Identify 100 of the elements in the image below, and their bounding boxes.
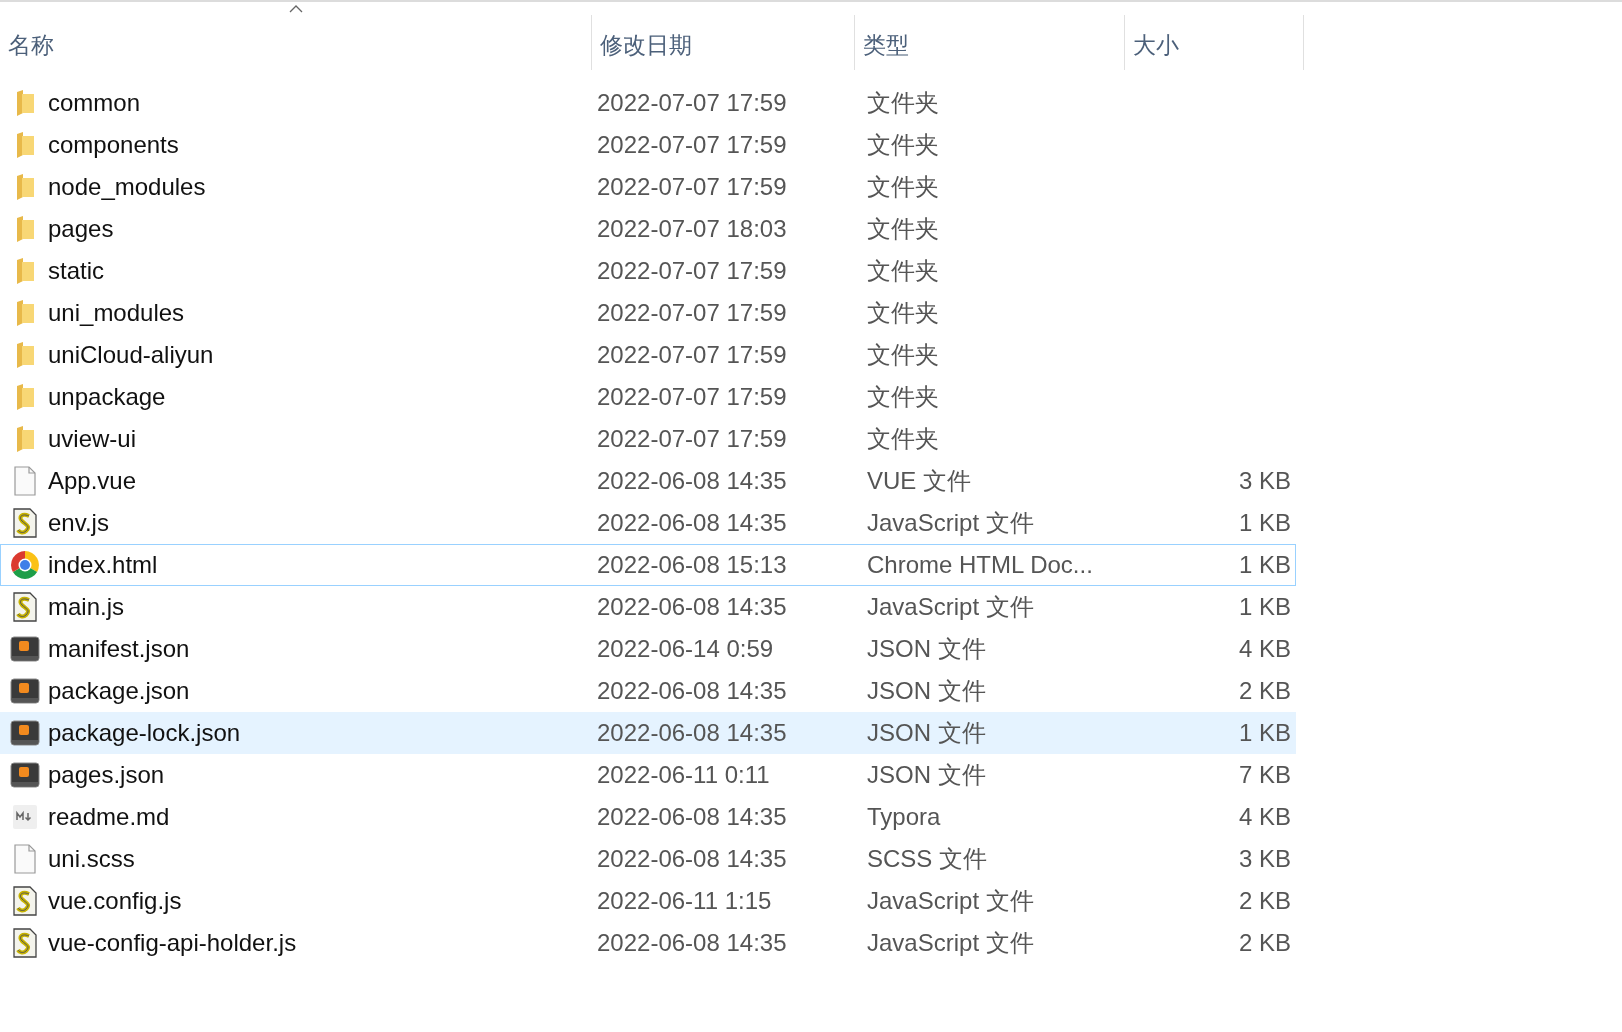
modified-date: 2022-07-07 17:59 xyxy=(596,424,788,454)
file-name: uni_modules xyxy=(48,298,185,328)
file-type: 文件夹 xyxy=(866,298,940,328)
modified-date: 2022-07-07 17:59 xyxy=(596,256,788,286)
modified-date: 2022-07-07 18:03 xyxy=(596,214,788,244)
file-name: main.js xyxy=(48,592,125,622)
editor-file-icon xyxy=(9,678,40,704)
file-name: node_modules xyxy=(48,172,206,202)
file-row[interactable]: package-lock.json 2022-06-08 14:35 JSON 文件 1 KB xyxy=(0,712,1296,754)
modified-date: 2022-07-07 17:59 xyxy=(596,340,788,370)
modified-date: 2022-06-11 1:15 xyxy=(596,886,773,916)
modified-date: 2022-06-08 14:35 xyxy=(596,676,788,706)
file-type: SCSS 文件 xyxy=(866,844,989,874)
folder-icon xyxy=(14,383,35,411)
file-type: JSON 文件 xyxy=(866,634,987,664)
file-name: readme.md xyxy=(48,802,170,832)
document-icon xyxy=(12,466,37,496)
file-name: uni.scss xyxy=(48,844,135,874)
file-name: vue-config-api-holder.js xyxy=(48,928,297,958)
file-size: 2 KB xyxy=(1238,886,1291,916)
folder-icon xyxy=(14,341,35,369)
file-type: JSON 文件 xyxy=(866,718,987,748)
modified-date: 2022-06-14 0:59 xyxy=(596,634,775,664)
file-type: 文件夹 xyxy=(866,214,940,244)
file-name: index.html xyxy=(48,550,158,580)
column-header[interactable]: 修改日期 xyxy=(591,15,854,70)
modified-date: 2022-06-08 14:35 xyxy=(596,844,788,874)
script-file-icon xyxy=(11,886,38,916)
modified-date: 2022-06-08 14:35 xyxy=(596,592,788,622)
file-name: manifest.json xyxy=(48,634,190,664)
file-type: 文件夹 xyxy=(866,256,940,286)
file-name: package.json xyxy=(48,676,190,706)
modified-date: 2022-06-08 14:35 xyxy=(596,508,788,538)
file-type: 文件夹 xyxy=(866,172,940,202)
sort-caret-icon xyxy=(288,4,303,13)
file-size: 3 KB xyxy=(1238,466,1291,496)
folder-icon xyxy=(14,299,35,327)
modified-date: 2022-06-11 0:11 xyxy=(596,760,771,790)
file-name: common xyxy=(48,88,141,118)
file-type: 文件夹 xyxy=(866,88,940,118)
modified-date: 2022-07-07 17:59 xyxy=(596,172,788,202)
file-name: env.js xyxy=(48,508,109,538)
modified-date: 2022-06-08 14:35 xyxy=(596,466,788,496)
column-header[interactable]: 名称 xyxy=(0,3,591,82)
folder-icon xyxy=(14,173,35,201)
file-size: 1 KB xyxy=(1238,718,1291,748)
file-type: VUE 文件 xyxy=(866,466,972,496)
modified-date: 2022-07-07 17:59 xyxy=(596,130,788,160)
file-size: 7 KB xyxy=(1238,760,1291,790)
file-type: JavaScript 文件 xyxy=(866,508,1035,538)
document-icon xyxy=(12,844,37,874)
file-name: vue.config.js xyxy=(48,886,182,916)
file-name: pages.json xyxy=(48,760,165,790)
file-name: App.vue xyxy=(48,466,137,496)
file-name: uniCloud-aliyun xyxy=(48,340,214,370)
file-type: Chrome HTML Doc... xyxy=(866,550,1094,580)
file-size: 4 KB xyxy=(1238,634,1291,664)
file-type: JSON 文件 xyxy=(866,760,987,790)
file-size: 2 KB xyxy=(1238,676,1291,706)
file-size: 1 KB xyxy=(1238,550,1291,580)
folder-icon xyxy=(14,215,35,243)
modified-date: 2022-07-07 17:59 xyxy=(596,298,788,328)
editor-file-icon xyxy=(9,762,40,788)
file-type: 文件夹 xyxy=(866,130,940,160)
file-type: 文件夹 xyxy=(866,424,940,454)
modified-date: 2022-06-08 15:13 xyxy=(596,550,788,580)
file-size: 3 KB xyxy=(1238,844,1291,874)
folder-icon xyxy=(14,89,35,117)
file-size: 2 KB xyxy=(1238,928,1291,958)
editor-file-icon xyxy=(9,636,40,662)
file-name: static xyxy=(48,256,104,286)
file-type: JSON 文件 xyxy=(866,676,987,706)
editor-file-icon xyxy=(9,720,40,746)
modified-date: 2022-07-07 17:59 xyxy=(596,88,788,118)
file-name: pages xyxy=(48,214,114,244)
file-type: JavaScript 文件 xyxy=(866,928,1035,958)
modified-date: 2022-07-07 17:59 xyxy=(596,382,788,412)
script-file-icon xyxy=(11,508,38,538)
file-type: Typora xyxy=(866,802,942,832)
file-name: unpackage xyxy=(48,382,166,412)
modified-date: 2022-06-08 14:35 xyxy=(596,928,788,958)
file-row[interactable]: index.html 2022-06-08 15:13 Chrome HTML Doc... 1 KB xyxy=(0,544,1296,586)
colored-ring-icon xyxy=(9,550,40,580)
file-size: 1 KB xyxy=(1238,508,1291,538)
file-size: 4 KB xyxy=(1238,802,1291,832)
column-header[interactable]: 类型 xyxy=(854,15,1124,70)
file-type: JavaScript 文件 xyxy=(866,592,1035,622)
file-type: 文件夹 xyxy=(866,340,940,370)
folder-icon xyxy=(14,131,35,159)
file-size: 1 KB xyxy=(1238,592,1291,622)
script-file-icon xyxy=(11,592,38,622)
file-name: package-lock.json xyxy=(48,718,241,748)
file-name: uview-ui xyxy=(48,424,137,454)
folder-icon xyxy=(14,257,35,285)
script-file-icon xyxy=(11,928,38,958)
file-name: components xyxy=(48,130,179,160)
folder-icon xyxy=(14,425,35,453)
file-type: JavaScript 文件 xyxy=(866,886,1035,916)
modified-date: 2022-06-08 14:35 xyxy=(596,718,788,748)
column-header[interactable]: 大小 xyxy=(1124,15,1304,70)
